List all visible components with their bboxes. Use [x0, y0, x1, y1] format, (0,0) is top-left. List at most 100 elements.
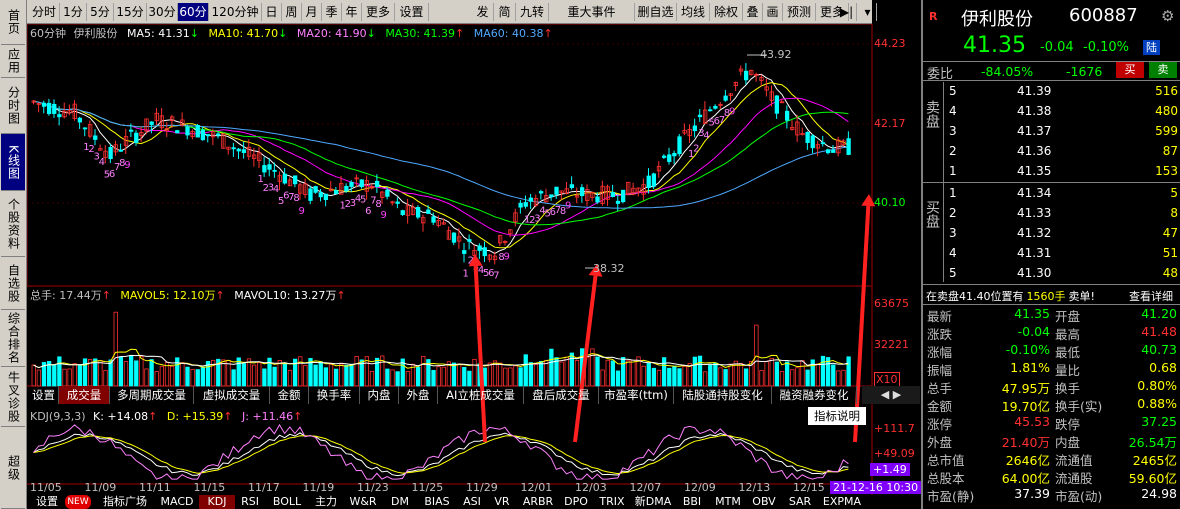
- buy-button[interactable]: 买: [1116, 62, 1144, 78]
- indicator-tab[interactable]: 外盘: [399, 386, 438, 404]
- bottom-indicator-tab[interactable]: BOLL: [265, 495, 309, 509]
- period-button[interactable]: 季: [322, 3, 342, 21]
- tool-button[interactable]: 叠: [743, 3, 763, 21]
- tool-button[interactable]: 九转: [516, 3, 549, 21]
- period-button[interactable]: 日: [262, 3, 282, 21]
- tool-button[interactable]: 发: [472, 3, 494, 21]
- nav-tab-6[interactable]: 综合排名: [1, 310, 25, 367]
- bottom-indicator-tab[interactable]: EXPMA: [819, 495, 865, 509]
- order-book-row[interactable]: 2 41.33 8: [923, 204, 1180, 223]
- bottom-indicator-tab[interactable]: ASI: [457, 495, 487, 509]
- indicator-tab[interactable]: 市盈率(ttm): [599, 386, 674, 404]
- bottom-indicator-tab[interactable]: W&R: [343, 495, 383, 509]
- bottom-indicator-tab[interactable]: 指标广场: [95, 495, 155, 509]
- stat-value: 21.40万: [1001, 435, 1050, 450]
- bottom-indicator-tab[interactable]: DPO: [559, 495, 593, 509]
- tool-button[interactable]: 画: [763, 3, 783, 21]
- book-volume: 480: [1155, 104, 1178, 118]
- order-book-row[interactable]: 1 41.35 153: [923, 162, 1180, 181]
- nav-tab-0[interactable]: 首页: [1, 0, 25, 45]
- kline-chart[interactable]: 1234567891234567891234567891234567891234…: [27, 24, 920, 509]
- volume-bar: [615, 370, 621, 387]
- period-button[interactable]: 设置: [395, 3, 429, 21]
- bottom-indicator-tab[interactable]: KDJ: [199, 495, 235, 509]
- bottom-indicator-tab[interactable]: BIAS: [417, 495, 457, 509]
- bottom-indicator-tab[interactable]: BBI: [675, 495, 709, 509]
- order-book-row[interactable]: 5 41.39 516: [923, 82, 1180, 101]
- bottom-indicator-tab[interactable]: OBV: [747, 495, 781, 509]
- tool-button[interactable]: 简: [494, 3, 516, 21]
- indicator-tab[interactable]: 金额: [270, 386, 309, 404]
- indicator-tab-scroll[interactable]: ◀ ▶: [862, 386, 920, 404]
- indicator-tab[interactable]: 设置: [29, 386, 59, 404]
- nav-tab-5[interactable]: 自选股: [1, 257, 25, 310]
- indicator-tab[interactable]: 内盘: [360, 386, 399, 404]
- dropdown-chevron-icon[interactable]: ▾: [859, 3, 877, 21]
- view-detail-link[interactable]: 查看详细: [1129, 288, 1173, 304]
- legend-ma30: MA30: 41.39: [385, 27, 456, 40]
- order-book-row[interactable]: 1 41.34 5: [923, 184, 1180, 203]
- bottom-indicator-tab[interactable]: DM: [383, 495, 417, 509]
- bottom-indicator-tab[interactable]: ARBR: [517, 495, 559, 509]
- bottom-indicator-tab[interactable]: RSI: [235, 495, 265, 509]
- period-button[interactable]: 120分钟: [209, 3, 262, 21]
- nav-tab-2[interactable]: 分时图: [1, 78, 25, 134]
- book-volume: 599: [1155, 124, 1178, 138]
- order-book-row[interactable]: 4 41.38 480: [923, 102, 1180, 121]
- indicator-tab[interactable]: 换手率: [309, 386, 360, 404]
- stat-value: 41.48: [1141, 324, 1177, 339]
- bottom-indicator-tab[interactable]: VR: [487, 495, 517, 509]
- volume-bar: [128, 355, 134, 387]
- order-note-volume: 1560手: [1026, 290, 1066, 303]
- expand-panel-icon[interactable]: ▶|: [837, 3, 857, 21]
- period-button[interactable]: 30分: [147, 3, 178, 21]
- indicator-tab[interactable]: 多周期成交量: [110, 386, 194, 404]
- indicator-tab[interactable]: 融资融券变化: [772, 386, 857, 404]
- indicator-tab[interactable]: 虚拟成交量: [194, 386, 270, 404]
- nav-tab-8[interactable]: 超级: [1, 427, 25, 509]
- order-book-row[interactable]: 2 41.36 87: [923, 142, 1180, 161]
- period-button[interactable]: 更多: [362, 3, 395, 21]
- candle-body: [395, 201, 400, 204]
- period-button[interactable]: 月: [302, 3, 322, 21]
- nav-tab-4[interactable]: 个股资料: [1, 191, 25, 257]
- period-button[interactable]: 年: [342, 3, 362, 21]
- bottom-indicator-tab[interactable]: MTM: [709, 495, 747, 509]
- tool-button[interactable]: 除权: [710, 3, 743, 21]
- order-book-row[interactable]: 4 41.31 51: [923, 244, 1180, 263]
- order-book-row[interactable]: 3 41.32 47: [923, 224, 1180, 243]
- indicator-tab[interactable]: 盘后成交量: [524, 386, 599, 404]
- indicator-tab[interactable]: AI立桩成交量: [438, 386, 524, 404]
- tool-button[interactable]: 重大事件: [549, 3, 635, 21]
- bottom-indicator-tab[interactable]: MACD: [155, 495, 199, 509]
- nav-tab-3[interactable]: K线图: [1, 134, 25, 191]
- tool-button[interactable]: 均线: [677, 3, 710, 21]
- period-button[interactable]: 分时: [29, 3, 60, 21]
- tool-button[interactable]: 预测: [783, 3, 816, 21]
- bottom-indicator-tab[interactable]: TRIX: [593, 495, 631, 509]
- indicator-tab[interactable]: 陆股通持股变化: [674, 386, 772, 404]
- nav-tab-7[interactable]: 牛叉诊股: [1, 367, 25, 427]
- order-book-row[interactable]: 5 41.30 48: [923, 264, 1180, 283]
- period-button[interactable]: 周: [282, 3, 302, 21]
- settings-gear-icon[interactable]: ⚙: [1161, 7, 1174, 25]
- period-button[interactable]: 15分: [114, 3, 147, 21]
- bottom-indicator-tab[interactable]: 主力: [309, 495, 343, 509]
- bottom-indicator-tab[interactable]: 新DMA: [631, 495, 675, 509]
- bottom-indicator-tab[interactable]: NEW: [65, 495, 91, 509]
- volume-bar: [692, 356, 698, 387]
- cursor-date: 21-12-16 10:30: [830, 481, 922, 494]
- order-book-row[interactable]: 3 41.37 599: [923, 122, 1180, 141]
- volume-bar: [185, 366, 190, 387]
- indicator-tab[interactable]: 成交量: [59, 386, 110, 404]
- bottom-indicator-tab[interactable]: SAR: [781, 495, 819, 509]
- indicator-help-button[interactable]: 指标说明: [808, 407, 866, 425]
- tool-button[interactable]: 删自选: [635, 3, 677, 21]
- period-button[interactable]: 1分: [60, 3, 87, 21]
- period-button[interactable]: 60分: [178, 3, 209, 21]
- nav-tab-1[interactable]: 应用: [1, 45, 25, 78]
- bottom-indicator-tab[interactable]: 设置: [29, 495, 65, 509]
- period-button[interactable]: 5分: [87, 3, 114, 21]
- main-legend: 60分钟 伊利股份 MA5: 41.31↓ MA10: 41.70↓ MA20:…: [30, 27, 553, 40]
- sell-button[interactable]: 卖: [1149, 62, 1177, 78]
